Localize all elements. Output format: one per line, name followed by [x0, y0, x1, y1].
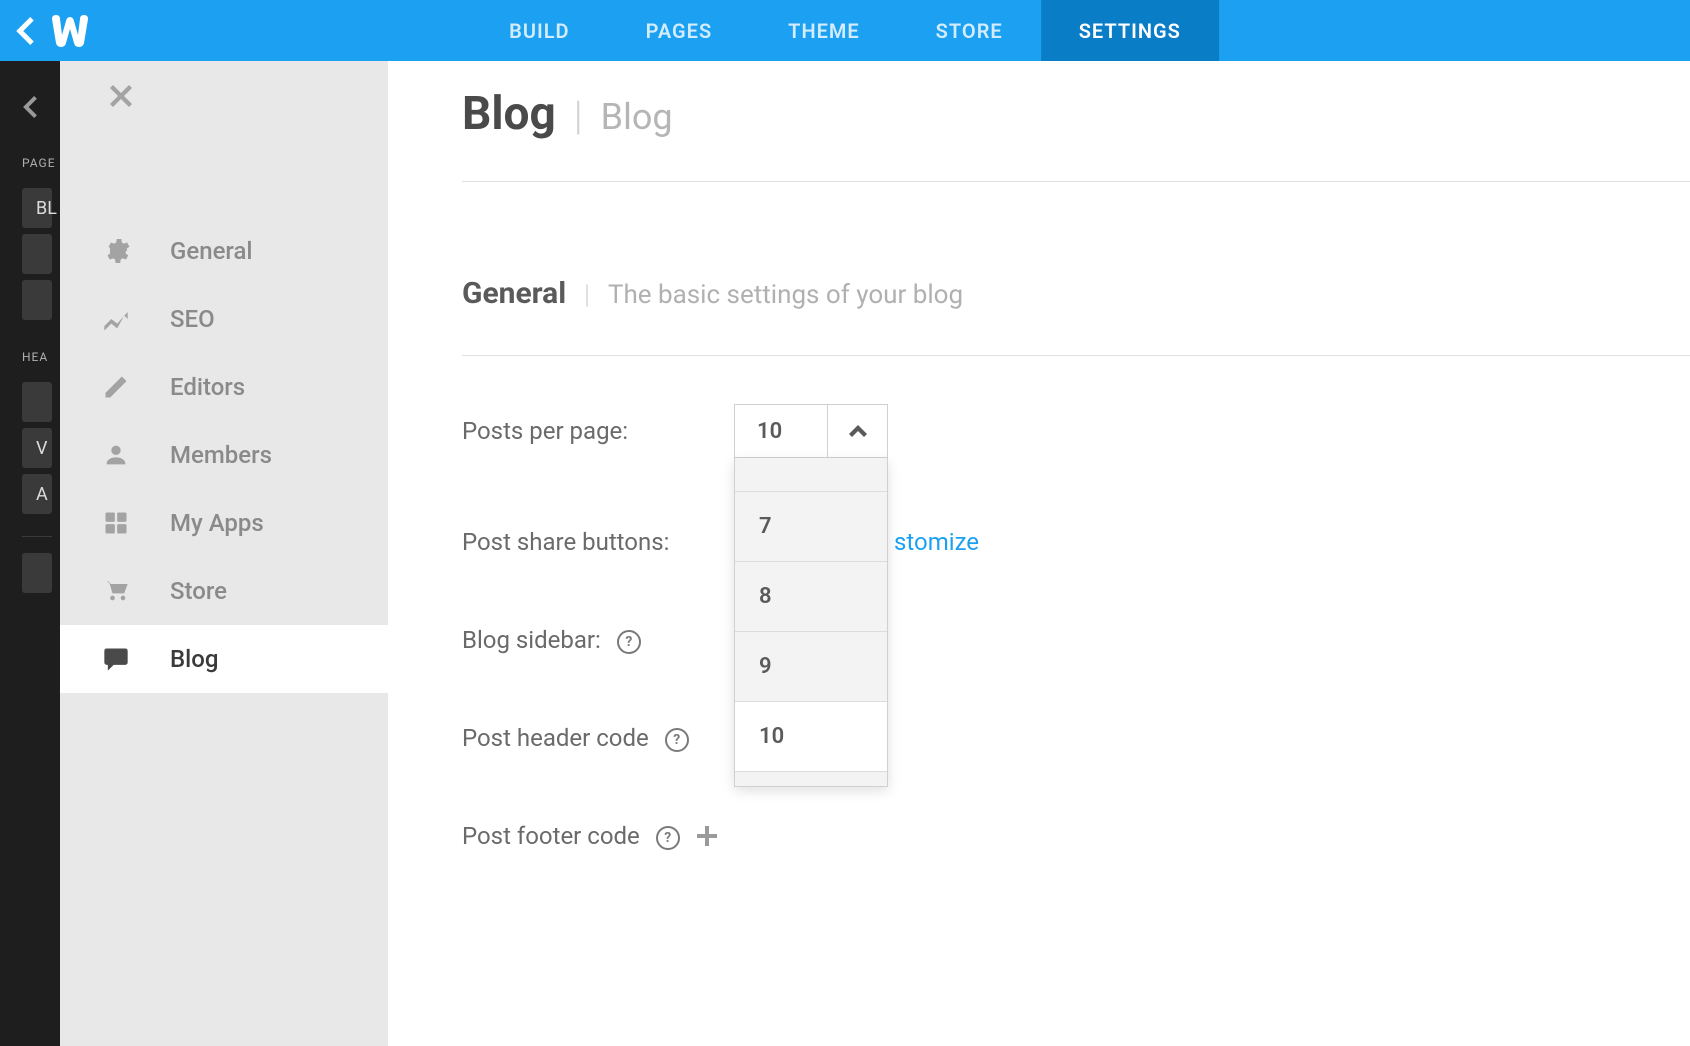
close-sidebar-button[interactable] — [110, 85, 132, 111]
dropdown-option-10[interactable]: 10 — [735, 702, 887, 772]
chevron-left-icon — [16, 17, 34, 45]
close-icon — [110, 85, 132, 107]
gear-icon — [102, 237, 170, 265]
help-icon[interactable]: ? — [617, 630, 641, 654]
top-nav-tabs: BUILD PAGES THEME STORE SETTINGS — [471, 0, 1219, 61]
customize-link[interactable]: stomize — [894, 528, 979, 556]
back-button[interactable] — [0, 17, 50, 45]
dropdown-option[interactable] — [735, 458, 887, 492]
sidebar-item-store[interactable]: Store — [60, 557, 388, 625]
sidebar-item-label: SEO — [170, 305, 215, 333]
content-wrapper: PAGE BL HEA V A General SEO Editors — [0, 61, 1690, 1046]
sidebar-item-label: General — [170, 237, 253, 265]
settings-sidebar-list: General SEO Editors Members My Apps Stor… — [60, 61, 388, 693]
setting-label: Post share buttons: — [462, 528, 734, 556]
settings-sidebar: General SEO Editors Members My Apps Stor… — [60, 61, 388, 1046]
help-icon[interactable]: ? — [665, 728, 689, 752]
dark-sidebar-page-item[interactable]: BL — [22, 188, 52, 228]
main-panel: Blog | Blog General | The basic settings… — [388, 61, 1690, 1046]
dark-sidebar-back-button[interactable] — [0, 81, 60, 148]
trend-icon — [102, 305, 170, 333]
dark-sidebar-page-item[interactable] — [22, 234, 52, 274]
sidebar-item-label: My Apps — [170, 509, 264, 537]
chevron-up-icon — [849, 425, 867, 437]
help-icon[interactable]: ? — [656, 826, 680, 850]
setting-post-header-code: Post header code ? — [462, 724, 1690, 752]
setting-post-footer-code: Post footer code ? — [462, 822, 1690, 850]
select-toggle-button[interactable] — [827, 405, 887, 457]
nav-tab-settings[interactable]: SETTINGS — [1041, 0, 1219, 61]
dropdown-option[interactable] — [735, 772, 887, 786]
sidebar-item-seo[interactable]: SEO — [60, 285, 388, 353]
section-header: General | The basic settings of your blo… — [462, 276, 1690, 356]
dark-sidebar-header-item[interactable] — [22, 382, 52, 422]
nav-tab-theme[interactable]: THEME — [750, 0, 898, 61]
dark-sidebar-item[interactable] — [22, 553, 52, 593]
dark-sidebar-header-item[interactable]: A — [22, 474, 52, 514]
top-navbar: BUILD PAGES THEME STORE SETTINGS — [0, 0, 1690, 61]
sidebar-item-members[interactable]: Members — [60, 421, 388, 489]
dark-sidebar-header-item[interactable]: V — [22, 428, 52, 468]
page-header: Blog | Blog — [462, 87, 1690, 182]
select-value: 10 — [735, 405, 827, 457]
setting-label: Posts per page: — [462, 417, 734, 445]
dark-sidebar: PAGE BL HEA V A — [0, 61, 60, 1046]
breadcrumb: Blog — [601, 96, 673, 138]
cart-icon — [102, 577, 170, 605]
page-title: Blog — [462, 87, 556, 141]
chevron-left-icon — [23, 96, 37, 118]
setting-label: Post header code ? — [462, 724, 734, 752]
grid-icon — [102, 509, 170, 537]
pencil-icon — [102, 373, 170, 401]
user-icon — [102, 441, 170, 469]
posts-per-page-dropdown: 7 8 9 10 — [734, 458, 888, 787]
nav-tab-pages[interactable]: PAGES — [608, 0, 751, 61]
sidebar-item-myapps[interactable]: My Apps — [60, 489, 388, 557]
chat-icon — [102, 645, 170, 673]
settings-rows: Posts per page: 10 7 8 9 10 — [462, 404, 1690, 850]
plus-icon — [697, 826, 717, 846]
add-footer-code-button[interactable] — [694, 823, 720, 849]
sidebar-item-general[interactable]: General — [60, 217, 388, 285]
dropdown-option-8[interactable]: 8 — [735, 562, 887, 632]
section-divider: | — [584, 280, 590, 310]
dark-sidebar-divider — [22, 536, 52, 537]
setting-posts-per-page: Posts per page: 10 7 8 9 10 — [462, 404, 1690, 458]
nav-tab-store[interactable]: STORE — [898, 0, 1041, 61]
setting-label: Blog sidebar: ? — [462, 626, 734, 654]
setting-label: Post footer code ? — [462, 822, 680, 850]
dropdown-option-9[interactable]: 9 — [735, 632, 887, 702]
sidebar-item-label: Blog — [170, 645, 219, 673]
posts-per-page-control: 10 7 8 9 10 — [734, 404, 888, 458]
dark-sidebar-page-item[interactable] — [22, 280, 52, 320]
posts-per-page-select[interactable]: 10 — [734, 404, 888, 458]
nav-tab-build[interactable]: BUILD — [471, 0, 607, 61]
sidebar-item-label: Editors — [170, 373, 245, 401]
setting-post-share-buttons: Post share buttons: stomize — [462, 528, 1690, 556]
section-title: General — [462, 276, 566, 311]
weebly-logo[interactable] — [50, 15, 100, 47]
breadcrumb-divider: | — [574, 92, 583, 139]
sidebar-item-blog[interactable]: Blog — [60, 625, 388, 693]
dark-sidebar-section-header: HEA — [0, 342, 60, 376]
logo-icon — [50, 15, 90, 47]
setting-blog-sidebar: Blog sidebar: ? — [462, 626, 1690, 654]
sidebar-item-editors[interactable]: Editors — [60, 353, 388, 421]
sidebar-item-label: Store — [170, 577, 227, 605]
section-subtitle: The basic settings of your blog — [608, 280, 963, 310]
sidebar-item-label: Members — [170, 441, 272, 469]
dark-sidebar-section-pages: PAGE — [0, 148, 60, 182]
dropdown-option-7[interactable]: 7 — [735, 492, 887, 562]
